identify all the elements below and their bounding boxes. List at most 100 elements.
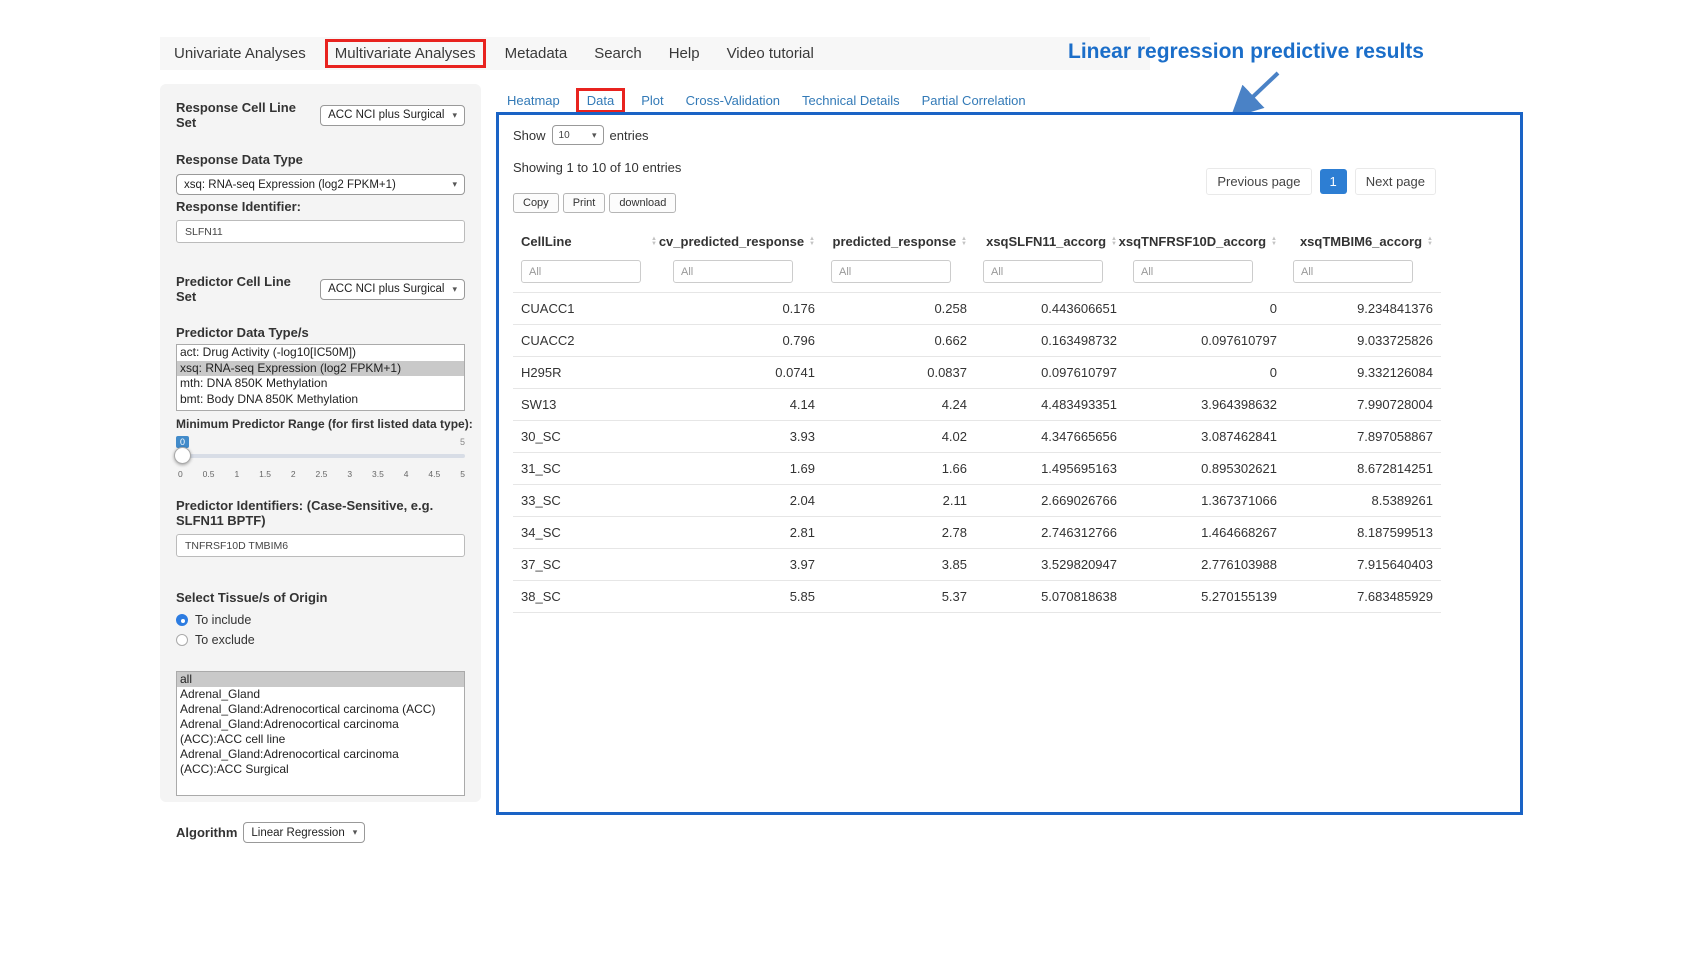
tab-cross-validation[interactable]: Cross-Validation [686, 93, 780, 108]
predictor-data-type-option[interactable]: act: Drug Activity (-log10[IC50M]) [177, 345, 464, 361]
nav-item-search[interactable]: Search [594, 45, 642, 62]
response-identifier-input[interactable] [176, 220, 465, 243]
response-cell-line-set-label: Response Cell Line Set [176, 100, 314, 130]
cell-value: 1.495695163 [975, 453, 1125, 485]
previous-page-button[interactable]: Previous page [1206, 168, 1311, 195]
tab-plot[interactable]: Plot [641, 93, 663, 108]
result-tabs: Heatmap Data Plot Cross-Validation Technical… [507, 88, 1026, 113]
response-identifier-label: Response Identifier: [176, 199, 465, 214]
chevron-down-icon: ▾ [452, 111, 457, 120]
nav-item-multivariate-analyses[interactable]: Multivariate Analyses [325, 39, 486, 68]
column-header-xsqtmbim6-accorg[interactable]: xsqTMBIM6_accorg▲▼ [1285, 225, 1441, 258]
cell-value: 3.93 [665, 421, 823, 453]
cell-value: 7.915640403 [1285, 549, 1441, 581]
tab-heatmap[interactable]: Heatmap [507, 93, 560, 108]
cell-value: 5.270155139 [1125, 581, 1285, 613]
filter-input-cellline[interactable] [521, 260, 641, 283]
column-header-xsqtnfrsf10d-accorg[interactable]: xsqTNFRSF10D_accorg▲▼ [1125, 225, 1285, 258]
cell-value: 1.69 [665, 453, 823, 485]
cell-value: 0.796 [665, 325, 823, 357]
download-button[interactable]: download [609, 193, 676, 213]
cell-line-name: CUACC2 [513, 325, 665, 357]
cell-value: 0.097610797 [975, 357, 1125, 389]
sort-icon[interactable]: ▲▼ [961, 237, 967, 247]
copy-button[interactable]: Copy [513, 193, 559, 213]
column-header-cellline[interactable]: CellLine▲▼ [513, 225, 665, 258]
sort-icon[interactable]: ▲▼ [809, 237, 815, 247]
algorithm-select[interactable]: Linear Regression ▾ [243, 822, 365, 843]
nav-item-video-tutorial[interactable]: Video tutorial [727, 45, 814, 62]
cell-value: 2.78 [823, 517, 975, 549]
cell-value: 8.672814251 [1285, 453, 1441, 485]
chevron-down-icon: ▾ [592, 131, 597, 140]
column-label: xsqTNFRSF10D_accorg [1119, 234, 1266, 249]
tissue-option[interactable]: Adrenal_Gland [177, 687, 464, 702]
sort-icon[interactable]: ▲▼ [1427, 237, 1433, 247]
sort-icon[interactable]: ▲▼ [651, 237, 657, 247]
slider-track[interactable] [176, 454, 465, 458]
nav-item-help[interactable]: Help [669, 45, 700, 62]
sort-icon[interactable]: ▲▼ [1271, 237, 1277, 247]
response-cell-line-set-field: Response Cell Line Set ACC NCI plus Surg… [176, 100, 465, 130]
column-header-xsqslfn11-accorg[interactable]: xsqSLFN11_accorg▲▼ [975, 225, 1125, 258]
column-header-cv-predicted-response[interactable]: cv_predicted_response▲▼ [665, 225, 823, 258]
tab-technical-details[interactable]: Technical Details [802, 93, 900, 108]
tissue-option[interactable]: Adrenal_Gland:Adrenocortical carcinoma (… [177, 717, 464, 747]
show-entries-control: Show 10 ▾ entries [513, 125, 1506, 145]
tab-partial-correlation[interactable]: Partial Correlation [922, 93, 1026, 108]
filter-input-cv-predicted-response[interactable] [673, 260, 793, 283]
cell-line-name: 34_SC [513, 517, 665, 549]
predictor-identifiers-input[interactable] [176, 534, 465, 557]
filter-input-xsqslfn11-accorg[interactable] [983, 260, 1103, 283]
nav-item-univariate-analyses[interactable]: Univariate Analyses [174, 45, 306, 62]
predictor-data-type-option[interactable]: bmt: Body DNA 850K Methylation [177, 392, 464, 408]
filter-input-predicted-response[interactable] [831, 260, 951, 283]
cell-value: 7.990728004 [1285, 389, 1441, 421]
predictor-data-type-option[interactable]: mth: DNA 850K Methylation [177, 376, 464, 392]
cell-value: 4.24 [823, 389, 975, 421]
cell-value: 1.464668267 [1125, 517, 1285, 549]
cell-value: 9.332126084 [1285, 357, 1441, 389]
predictor-data-types-listbox[interactable]: act: Drug Activity (-log10[IC50M])xsq: R… [176, 344, 465, 411]
predictor-identifiers-label: Predictor Identifiers: (Case-Sensitive, … [176, 498, 465, 528]
radio-unselected-icon[interactable] [176, 634, 188, 646]
table-row: 34_SC2.812.782.7463127661.4646682678.187… [513, 517, 1441, 549]
table-header-row: CellLine▲▼cv_predicted_response▲▼predict… [513, 225, 1441, 258]
radio-selected-icon[interactable] [176, 614, 188, 626]
sort-icon[interactable]: ▲▼ [1111, 237, 1117, 247]
cell-value: 9.033725826 [1285, 325, 1441, 357]
slider-tick-label: 3.5 [372, 469, 384, 479]
cell-value: 0.0741 [665, 357, 823, 389]
cell-value: 2.04 [665, 485, 823, 517]
show-label: Show [513, 128, 546, 143]
table-row: 38_SC5.855.375.0708186385.2701551397.683… [513, 581, 1441, 613]
table-row: H295R0.07410.08370.09761079709.332126084 [513, 357, 1441, 389]
next-page-button[interactable]: Next page [1355, 168, 1436, 195]
predictor-cell-line-set-select[interactable]: ACC NCI plus Surgical ▾ [320, 279, 465, 300]
slider-handle[interactable] [174, 447, 191, 464]
tab-data[interactable]: Data [576, 88, 625, 113]
print-button[interactable]: Print [563, 193, 606, 213]
nav-item-metadata[interactable]: Metadata [505, 45, 568, 62]
show-entries-select[interactable]: 10 ▾ [552, 125, 604, 145]
tissue-exclude-radio[interactable]: To exclude [176, 633, 465, 647]
table-filter-row [513, 258, 1441, 293]
filter-input-xsqtmbim6-accorg[interactable] [1293, 260, 1413, 283]
cell-value: 5.070818638 [975, 581, 1125, 613]
tissue-option[interactable]: Adrenal_Gland:Adrenocortical carcinoma (… [177, 747, 464, 777]
entries-label: entries [610, 128, 649, 143]
filter-input-xsqtnfrsf10d-accorg[interactable] [1133, 260, 1253, 283]
response-cell-line-set-select[interactable]: ACC NCI plus Surgical ▾ [320, 105, 465, 126]
tissue-option[interactable]: all [177, 672, 464, 687]
column-header-predicted-response[interactable]: predicted_response▲▼ [823, 225, 975, 258]
tissue-origin-listbox[interactable]: allAdrenal_GlandAdrenal_Gland:Adrenocort… [176, 671, 465, 796]
current-page-button[interactable]: 1 [1320, 169, 1347, 194]
cell-value: 0.895302621 [1125, 453, 1285, 485]
tissue-option[interactable]: Adrenal_Gland:Adrenocortical carcinoma (… [177, 702, 464, 717]
cell-value: 4.347665656 [975, 421, 1125, 453]
response-data-type-select[interactable]: xsq: RNA-seq Expression (log2 FPKM+1) ▾ [176, 174, 465, 195]
tissue-include-radio[interactable]: To include [176, 613, 465, 627]
slider-tick-label: 4 [404, 469, 409, 479]
predictor-data-type-option[interactable]: xsq: RNA-seq Expression (log2 FPKM+1) [177, 361, 464, 377]
min-predictor-range-slider[interactable]: 0 5 00.511.522.533.544.55 [176, 436, 465, 484]
